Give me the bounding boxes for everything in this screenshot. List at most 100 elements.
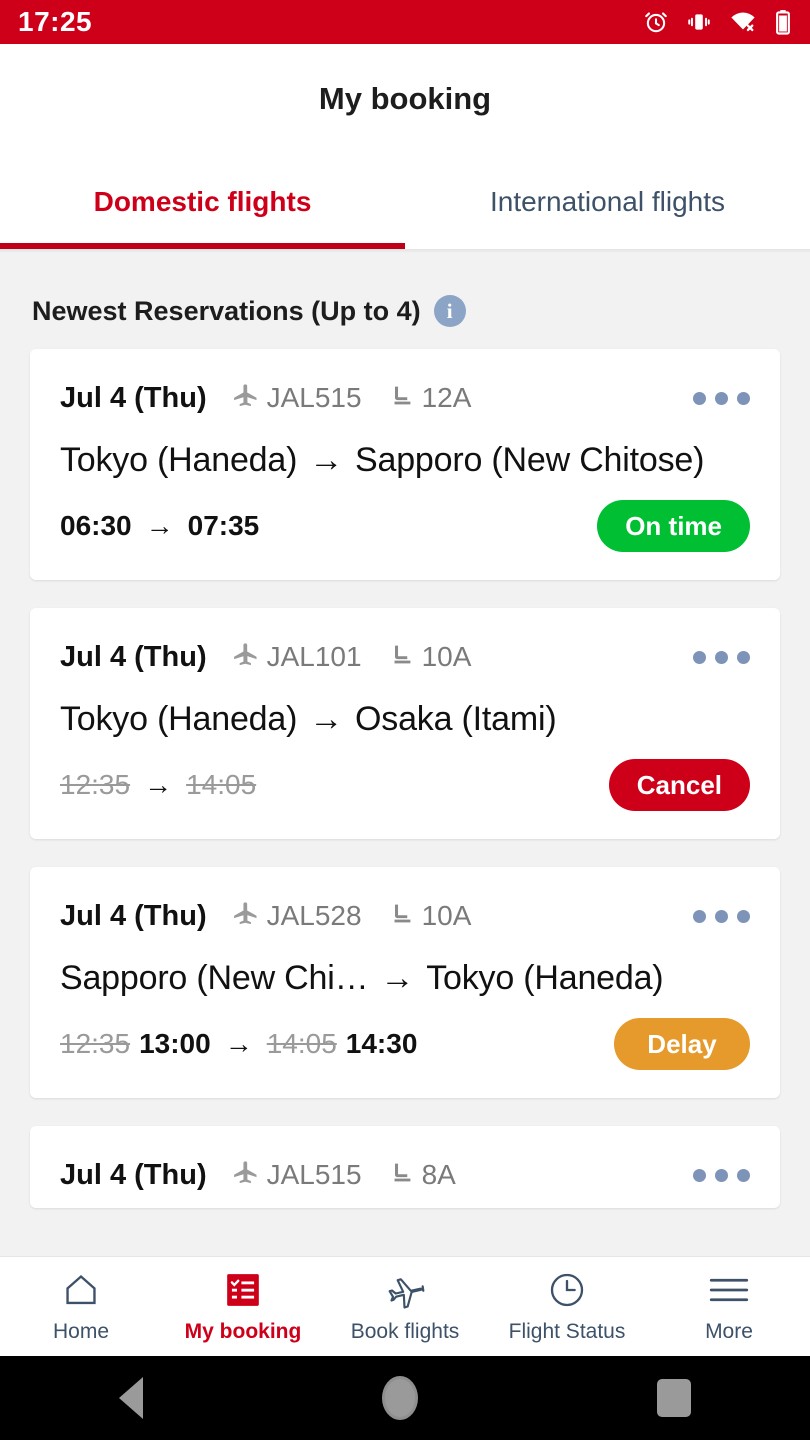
reservation-card-header: Jul 4 (Thu) JAL515 8A [60,1152,750,1198]
seat-icon [388,900,416,933]
seat-icon [388,641,416,674]
flight-number: JAL101 [266,641,362,672]
more-options-icon[interactable] [693,650,750,664]
status-badge[interactable]: Cancel [608,759,750,811]
nav-item-book-flights-label: Book flights [350,1320,460,1343]
departure-time-original: 12:35 [60,1028,131,1059]
recents-button[interactable] [656,1379,691,1417]
tab-international-flights[interactable]: International flights [405,154,810,249]
section-title: Newest Reservations (Up to 4) [32,295,421,326]
airplane-icon [231,1159,261,1192]
destination-airport: Osaka (Itami) [355,700,557,738]
app-bar: My booking [0,44,810,154]
departure-time: 13:00 [139,1028,211,1059]
page-title: My booking [318,81,492,116]
reservation-card-header: Jul 4 (Thu) JAL528 10A [60,893,750,939]
status-badge[interactable]: On time [597,500,750,552]
flight-route: Tokyo (Haneda) → Sapporo (New Chitose) [60,441,750,480]
nav-item-book-flights[interactable]: Book flights [324,1269,486,1344]
reservation-card[interactable]: Jul 4 (Thu) JAL528 10A Sapporo (New Chi…… [30,867,780,1098]
seat-icon [388,382,416,415]
tab-domestic-flights[interactable]: Domestic flights [0,154,405,249]
tab-international-flights-label: International flights [489,185,726,217]
home-icon [61,1269,101,1311]
airplane-icon [231,382,261,415]
flight-date: Jul 4 (Thu) [60,381,207,414]
origin-airport: Tokyo (Haneda) [60,441,298,479]
nav-item-more[interactable]: More [648,1269,810,1344]
flight-times: 12:35 → 14:05 [60,769,256,801]
nav-item-more-label: More [705,1320,753,1343]
flight-route: Sapporo (New Chi… → Tokyo (Haneda) [60,959,750,998]
reservation-card[interactable]: Jul 4 (Thu) JAL101 10A Tokyo (Haneda) → Os… [30,608,780,839]
flight-times: 06:30 → 07:35 [60,510,259,542]
more-options-icon[interactable] [693,909,750,923]
route-arrow-icon: → [309,441,344,479]
flight-route: Tokyo (Haneda) → Osaka (Itami) [60,700,750,739]
seat-group: 12A [388,382,472,415]
seat-group: 10A [388,641,472,674]
back-button[interactable] [119,1377,144,1419]
times-arrow-icon: → [145,510,174,541]
more-options-icon[interactable] [693,391,750,405]
arrival-time-original: 14:05 [186,769,257,800]
bottom-navigation: Home My booking Book flights Flight Stat… [0,1256,810,1356]
airplane-icon [383,1269,427,1311]
reservation-card-header: Jul 4 (Thu) JAL515 12A [60,375,750,421]
reservation-card-footer: 12:35 → 14:05 Cancel [60,759,750,811]
info-icon[interactable]: i [433,295,466,327]
origin-airport: Sapporo (New Chi… [60,959,369,997]
airplane-icon [231,641,261,674]
destination-airport: Tokyo (Haneda) [426,959,664,997]
seat-number: 12A [421,382,472,413]
hamburger-icon [708,1269,750,1311]
tab-bar: Domestic flights International flights [0,154,810,249]
flight-number: JAL515 [266,382,362,413]
alarm-icon [643,9,669,35]
seat-icon [388,1159,416,1192]
vibrate-icon [686,9,712,35]
departure-time: 06:30 [60,510,132,541]
flight-date: Jul 4 (Thu) [60,640,207,673]
reservation-card-footer: 06:30 → 07:35 On time [60,500,750,552]
departure-time-original: 12:35 [60,769,131,800]
checklist-icon [224,1269,262,1311]
nav-item-home-label: Home [52,1320,110,1343]
home-button[interactable] [381,1376,418,1420]
arrival-time: 07:35 [187,510,260,541]
flight-number: JAL528 [266,900,362,931]
route-arrow-icon: → [309,700,344,738]
tab-active-indicator [0,243,405,249]
nav-item-flight-status-label: Flight Status [508,1320,626,1343]
status-badge[interactable]: Delay [614,1018,750,1070]
status-bar-clock: 17:25 [18,6,93,37]
times-arrow-icon: → [224,1028,253,1059]
battery-icon [774,9,792,35]
section-header: Newest Reservations (Up to 4) i [30,253,780,349]
times-arrow-icon: → [144,769,173,800]
tab-domestic-flights-label: Domestic flights [93,185,312,217]
flight-number-group: JAL515 [231,382,362,415]
flight-number-group: JAL515 [231,1159,362,1192]
arrival-time-original: 14:05 [266,1028,337,1059]
reservation-card-header: Jul 4 (Thu) JAL101 10A [60,634,750,680]
flight-date: Jul 4 (Thu) [60,899,207,932]
flight-date: Jul 4 (Thu) [60,1158,207,1191]
seat-number: 8A [421,1159,456,1190]
route-arrow-icon: → [380,959,415,997]
seat-number: 10A [421,641,472,672]
android-system-nav [0,1356,810,1440]
reservation-card[interactable]: Jul 4 (Thu) JAL515 8A [30,1126,780,1208]
nav-item-flight-status[interactable]: Flight Status [486,1269,648,1344]
destination-airport: Sapporo (New Chitose) [355,441,705,479]
seat-number: 10A [421,900,472,931]
nav-item-home[interactable]: Home [0,1269,162,1344]
wifi-off-icon [729,9,757,35]
status-bar-icons [643,9,792,35]
nav-item-my-booking[interactable]: My booking [162,1269,324,1344]
flight-number: JAL515 [266,1159,362,1190]
reservation-card[interactable]: Jul 4 (Thu) JAL515 12A Tokyo (Haneda) → Sa… [30,349,780,580]
arrival-time: 14:30 [345,1028,418,1059]
more-options-icon[interactable] [693,1168,750,1182]
flight-number-group: JAL528 [231,900,362,933]
